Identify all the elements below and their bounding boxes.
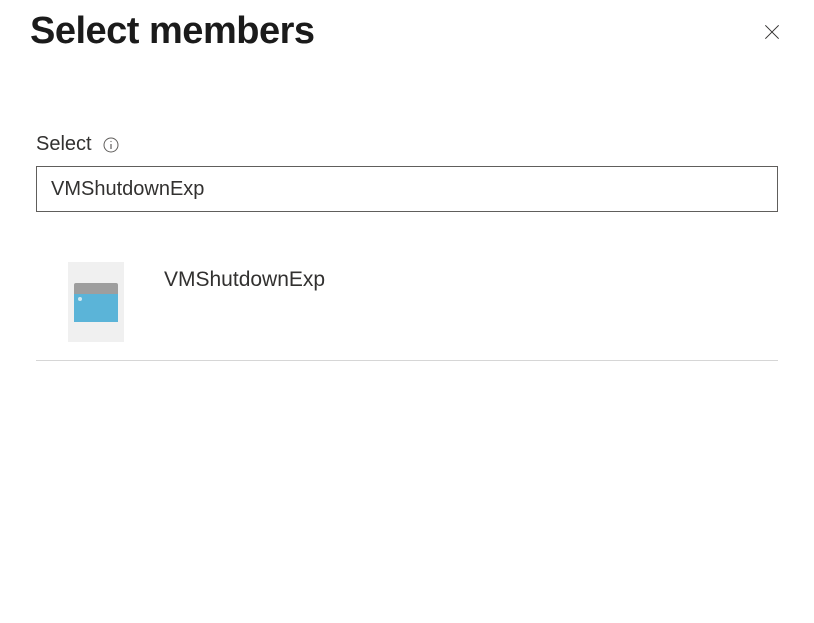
app-icon — [74, 283, 118, 321]
panel-title: Select members — [30, 10, 315, 53]
select-members-panel: Select members Select — [0, 0, 814, 361]
search-input[interactable] — [36, 166, 778, 212]
close-icon — [762, 22, 782, 42]
select-label: Select — [36, 133, 92, 156]
result-item[interactable]: VMShutdownExp — [36, 262, 778, 360]
info-icon[interactable] — [102, 136, 120, 154]
field-label-row: Select — [36, 133, 778, 156]
results-list: VMShutdownExp — [36, 262, 778, 361]
panel-content: Select VMS — [0, 53, 814, 361]
results-divider — [36, 360, 778, 361]
close-button[interactable] — [760, 20, 784, 44]
result-icon-container — [68, 262, 124, 342]
panel-header: Select members — [0, 0, 814, 53]
result-name: VMShutdownExp — [164, 262, 325, 292]
